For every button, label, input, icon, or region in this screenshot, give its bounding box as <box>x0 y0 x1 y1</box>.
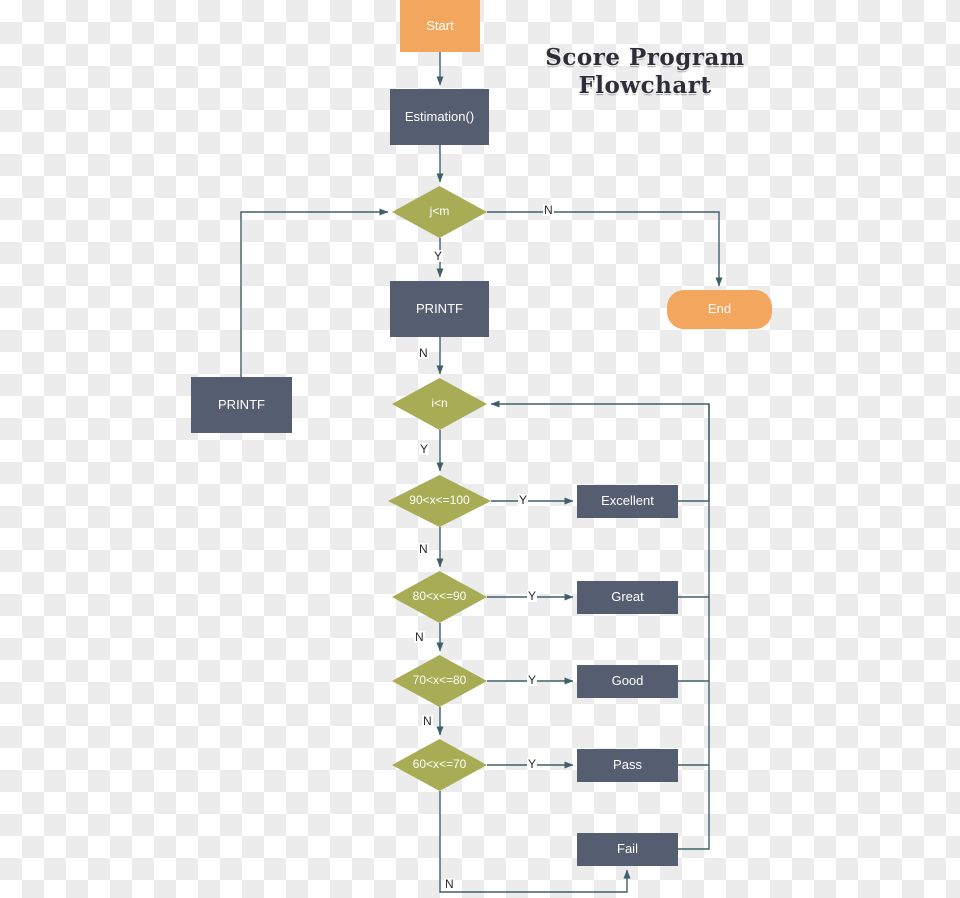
edge-label-c100-yes: Y <box>518 493 529 507</box>
node-label-c70: 60<x<=70 <box>412 757 467 772</box>
node-start[interactable]: Start <box>400 0 480 52</box>
edge-label-c90-yes: Y <box>527 589 538 603</box>
edge-printfleft-to-jm <box>240 208 389 377</box>
edge-label-printf-no: N <box>418 346 429 360</box>
node-fail[interactable]: Fail <box>577 833 678 866</box>
edge-label-c90-no: N <box>414 630 425 644</box>
node-label-printf_main: PRINTF <box>416 300 463 316</box>
node-label-pass: Pass <box>613 757 642 773</box>
edge-label-jm-yes: Y <box>433 249 444 263</box>
node-jm[interactable]: j<m <box>392 186 487 238</box>
node-label-start: Start <box>426 17 454 33</box>
node-good[interactable]: Good <box>577 665 678 698</box>
edge-fail-to-in <box>678 404 710 850</box>
edge-label-c80-no: N <box>422 714 433 728</box>
node-label-printf_left: PRINTF <box>218 396 265 412</box>
node-end[interactable]: End <box>667 290 772 329</box>
node-label-in: i<n <box>431 396 448 411</box>
edge-label-c80-yes: Y <box>527 673 538 687</box>
edge-label-in-yes: Y <box>419 442 430 456</box>
node-excellent[interactable]: Excellent <box>577 485 678 518</box>
node-pass[interactable]: Pass <box>577 749 678 782</box>
node-label-end: End <box>707 301 732 317</box>
edge-label-c70-yes: Y <box>527 757 538 771</box>
node-great[interactable]: Great <box>577 581 678 614</box>
page-title: Score Program Flowchart <box>515 44 775 99</box>
node-c90[interactable]: 80<x<=90 <box>392 571 487 623</box>
node-label-excellent: Excellent <box>601 493 654 509</box>
node-printf_main[interactable]: PRINTF <box>390 281 489 337</box>
title-line-1: Score Program <box>545 44 745 71</box>
node-label-c100: 90<x<=100 <box>409 493 470 508</box>
node-label-great: Great <box>611 589 644 605</box>
flowchart-canvas: Score Program Flowchart Start Estimation(… <box>0 0 960 898</box>
node-label-estimation: Estimation() <box>404 108 475 124</box>
node-label-jm: j<m <box>429 204 450 219</box>
node-c80[interactable]: 70<x<=80 <box>392 655 487 707</box>
node-printf_left[interactable]: PRINTF <box>191 377 292 433</box>
node-label-c90: 80<x<=90 <box>412 589 467 604</box>
node-label-c80: 70<x<=80 <box>412 673 467 688</box>
node-estimation[interactable]: Estimation() <box>390 89 489 145</box>
node-in[interactable]: i<n <box>392 378 487 430</box>
edge-jm-no-to-end <box>487 211 723 287</box>
edge-label-c70-no: N <box>444 877 455 891</box>
node-c70[interactable]: 60<x<=70 <box>392 739 487 791</box>
edge-label-jm-no: N <box>543 203 554 217</box>
edge-label-c100-no: N <box>418 542 429 556</box>
node-label-fail: Fail <box>617 841 638 857</box>
title-line-2: Flowchart <box>578 71 712 99</box>
node-c100[interactable]: 90<x<=100 <box>388 475 491 527</box>
node-label-good: Good <box>611 673 644 689</box>
